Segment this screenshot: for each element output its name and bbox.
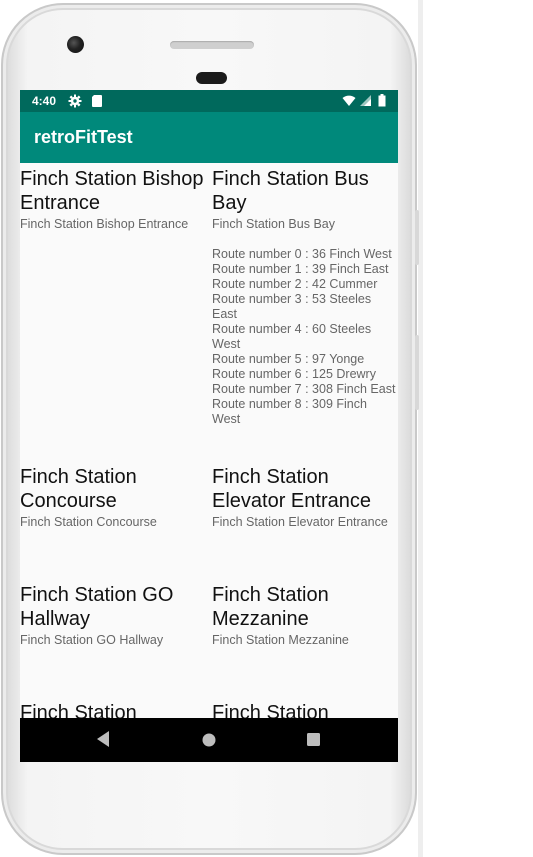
item-title: Finch Station Mezzanine <box>212 584 329 630</box>
station-grid[interactable]: Finch Station Bishop Entrance Finch Stat… <box>20 163 398 718</box>
device-screen: 4:40 retroFitTest Finch Station Bishop E… <box>20 90 398 762</box>
route-line: Route number 5 : 97 Yonge <box>212 352 365 366</box>
route-line: Route number 2 : 42 Cummer <box>212 277 378 291</box>
list-item[interactable]: Finch Station <box>20 701 200 718</box>
item-title: Finch Station GO Hallway <box>20 584 174 630</box>
battery-icon <box>378 94 386 107</box>
item-title: Finch Station Bus Bay <box>212 168 369 214</box>
item-subtitle: Finch Station Bus Bay <box>212 217 335 231</box>
status-bar: 4:40 <box>20 90 398 112</box>
route-line: Route number 8 : 309 Finch West <box>212 397 367 426</box>
item-title: Finch Station <box>20 702 137 718</box>
navigation-bar <box>20 718 398 762</box>
list-item[interactable]: Finch Station Bishop Entrance Finch Stat… <box>20 167 210 232</box>
status-left-icons <box>68 93 103 108</box>
item-subtitle: Finch Station Bishop Entrance <box>20 217 189 231</box>
list-item[interactable]: Finch Station Mezzanine Finch Station Me… <box>212 583 398 648</box>
list-item[interactable]: Finch Station Bus Bay Finch Station Bus … <box>212 167 398 427</box>
sd-card-icon <box>92 94 103 107</box>
front-camera-icon <box>67 36 84 53</box>
gear-icon <box>68 94 82 108</box>
item-title: Finch Station Elevator Entrance <box>212 466 371 512</box>
volume-button[interactable] <box>415 335 419 410</box>
background-edge <box>418 0 423 857</box>
route-line: Route number 4 : 60 Steeles West <box>212 322 372 351</box>
route-line: Route number 3 : 53 Steeles East <box>212 292 372 321</box>
list-item[interactable]: Finch Station Elevator Entrance Finch St… <box>212 465 398 530</box>
status-right-icons <box>342 93 386 107</box>
status-time: 4:40 <box>32 94 57 108</box>
item-subtitle: Finch Station Concourse <box>20 515 157 529</box>
item-title: Finch Station Concourse <box>20 466 137 512</box>
list-item[interactable]: Finch Station GO Hallway Finch Station G… <box>20 583 200 648</box>
item-title: Finch Station <box>212 702 329 718</box>
route-line: Route number 7 : 308 Finch East <box>212 382 396 396</box>
wifi-icon <box>342 95 356 107</box>
home-icon[interactable] <box>201 732 217 748</box>
back-icon[interactable] <box>96 730 110 748</box>
power-button[interactable] <box>415 210 419 265</box>
signal-icon <box>359 95 371 107</box>
list-item[interactable]: Finch Station <box>212 701 398 718</box>
route-line: Route number 6 : 125 Drewry <box>212 367 376 381</box>
item-subtitle: Finch Station Elevator Entrance <box>212 515 388 529</box>
route-list: Route number 0 : 36 Finch West Route num… <box>212 247 398 427</box>
app-title: retroFitTest <box>34 127 133 147</box>
speaker-grille <box>170 41 254 49</box>
item-title: Finch Station Bishop Entrance <box>20 168 204 214</box>
list-item[interactable]: Finch Station Concourse Finch Station Co… <box>20 465 200 530</box>
item-subtitle: Finch Station GO Hallway <box>20 633 164 647</box>
item-subtitle: Finch Station Mezzanine <box>212 633 349 647</box>
route-line: Route number 0 : 36 Finch West <box>212 247 392 261</box>
route-line: Route number 1 : 39 Finch East <box>212 262 389 276</box>
earpiece <box>196 72 227 84</box>
app-bar: retroFitTest <box>20 112 398 163</box>
recents-icon[interactable] <box>306 732 321 747</box>
